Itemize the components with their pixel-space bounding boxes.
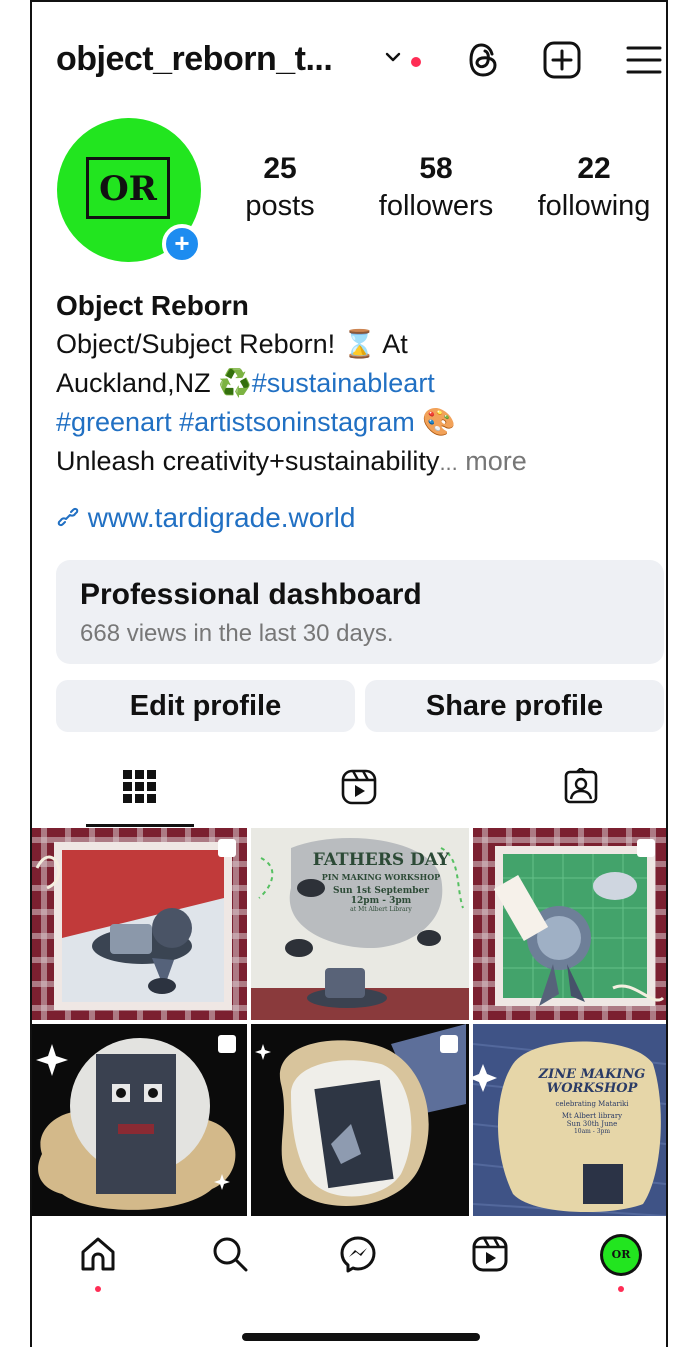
poster-place: at Mt Albert Library: [350, 906, 412, 913]
screen: object_reborn_t... OR + 25 posts 58 foll…: [0, 0, 681, 1347]
menu-icon[interactable]: [624, 40, 664, 80]
post-recycled-hat-sculpture[interactable]: [32, 828, 247, 1020]
multi-post-icon: [218, 1035, 236, 1053]
poster-subtitle: PIN MAKING WORKSHOP: [321, 872, 441, 882]
multi-post-icon: [218, 839, 236, 857]
poster-title: FATHERS DAY: [312, 850, 450, 870]
dashboard-subtitle: 668 views in the last 30 days.: [80, 620, 394, 647]
search-icon[interactable]: [210, 1234, 250, 1274]
frame-border-right: [666, 0, 668, 1347]
home-icon[interactable]: [78, 1234, 118, 1274]
edit-profile-button[interactable]: Edit profile: [56, 680, 355, 732]
multi-post-icon: [440, 1035, 458, 1053]
post-image: [251, 1024, 469, 1216]
display-name: Object Reborn: [56, 290, 249, 321]
post-fathers-day-workshop[interactable]: FATHERS DAY PIN MAKING WORKSHOP Sun 1st …: [251, 828, 469, 1020]
share-profile-button[interactable]: Share profile: [365, 680, 664, 732]
post-zine-making-workshop[interactable]: ZINE MAKING WORKSHOP celebrating Matarik…: [473, 1024, 666, 1216]
username-switcher[interactable]: object_reborn_t...: [56, 40, 333, 79]
profile-header: object_reborn_t...: [56, 36, 666, 86]
poster-time: 12pm - 3pm: [350, 896, 412, 906]
followers-count: 58: [419, 152, 453, 185]
zine-title: ZINE MAKING WORKSHOP: [538, 1067, 646, 1096]
followers-label: followers: [378, 190, 494, 222]
following-count: 22: [577, 152, 611, 185]
create-plus-icon[interactable]: [542, 40, 582, 80]
frame-border-top: [30, 0, 668, 2]
dashboard-title: Professional dashboard: [80, 578, 422, 611]
post-space-figure-collage[interactable]: [32, 1024, 247, 1216]
bio-line-1: Object/Subject Reborn! ⌛ At: [56, 329, 408, 359]
home-notification-dot: [95, 1286, 101, 1292]
post-denim-cutout-collage[interactable]: [251, 1024, 469, 1216]
hashtags-art[interactable]: #greenart #artistsoninstagram: [56, 407, 415, 437]
profile-notification-dot: [618, 1286, 624, 1292]
notification-dot: [411, 57, 421, 67]
hashtag-sustainableart[interactable]: #sustainableart: [252, 368, 435, 398]
multi-post-icon: [637, 839, 655, 857]
stat-following[interactable]: 22 following: [526, 152, 662, 223]
workshop-poster-text: FATHERS DAY PIN MAKING WORKSHOP Sun 1st …: [311, 850, 451, 913]
profile-bio: Object Reborn Object/Subject Reborn! ⌛ A…: [56, 286, 656, 482]
bio-line-3: #greenart #artistsoninstagram 🎨: [56, 403, 656, 442]
posts-count: 25: [263, 152, 297, 185]
profile-nav-avatar[interactable]: OR: [600, 1234, 642, 1276]
post-image: [32, 828, 247, 1020]
post-image: [32, 1024, 247, 1216]
profile-nav-avatar-text: OR: [603, 1237, 639, 1273]
zine-poster-text: ZINE MAKING WORKSHOP celebrating Matarik…: [527, 1067, 657, 1136]
following-label: following: [537, 190, 651, 222]
website-url: www.tardigrade.world: [87, 502, 356, 533]
bio-line-2: Auckland,NZ ♻️#sustainableart: [56, 364, 656, 403]
link-icon: [57, 507, 79, 527]
add-story-button[interactable]: +: [162, 224, 202, 264]
stat-followers[interactable]: 58 followers: [366, 152, 506, 223]
zine-place: Mt Albert library: [561, 1112, 623, 1120]
poster-date: Sun 1st September: [332, 886, 430, 896]
grid-tab-underline: [86, 824, 194, 827]
bio-line-2-text: Auckland,NZ ♻️: [56, 368, 252, 398]
zine-date: Sun 30th June: [566, 1120, 618, 1128]
or-logo: OR: [86, 157, 170, 219]
profile-website-link[interactable]: www.tardigrade.world: [56, 502, 355, 534]
professional-dashboard-card[interactable]: Professional dashboard 668 views in the …: [56, 560, 664, 664]
reels-icon[interactable]: [340, 768, 378, 806]
bio-more-link[interactable]: more: [465, 446, 527, 476]
grid-icon[interactable]: [121, 768, 159, 806]
messenger-icon[interactable]: [338, 1234, 378, 1274]
stat-posts[interactable]: 25 posts: [238, 152, 322, 223]
zine-subtitle: celebrating Matariki: [555, 1100, 629, 1108]
bio-line-4: Unleash creativity+sustainability... mor…: [56, 442, 656, 482]
zine-time: 10am - 3pm: [573, 1128, 611, 1135]
tagged-icon[interactable]: [562, 768, 600, 806]
bio-line-4-text: Unleash creativity+sustainability: [56, 446, 440, 476]
home-indicator[interactable]: [242, 1333, 480, 1341]
threads-icon[interactable]: [466, 40, 502, 80]
posts-label: posts: [245, 190, 315, 222]
chevron-down-icon[interactable]: [384, 50, 402, 64]
reels-nav-icon[interactable]: [470, 1234, 510, 1274]
bio-ellipsis: ...: [439, 450, 458, 475]
post-denim-rosette-pin[interactable]: [473, 828, 666, 1020]
palette-emoji: 🎨: [422, 407, 456, 437]
